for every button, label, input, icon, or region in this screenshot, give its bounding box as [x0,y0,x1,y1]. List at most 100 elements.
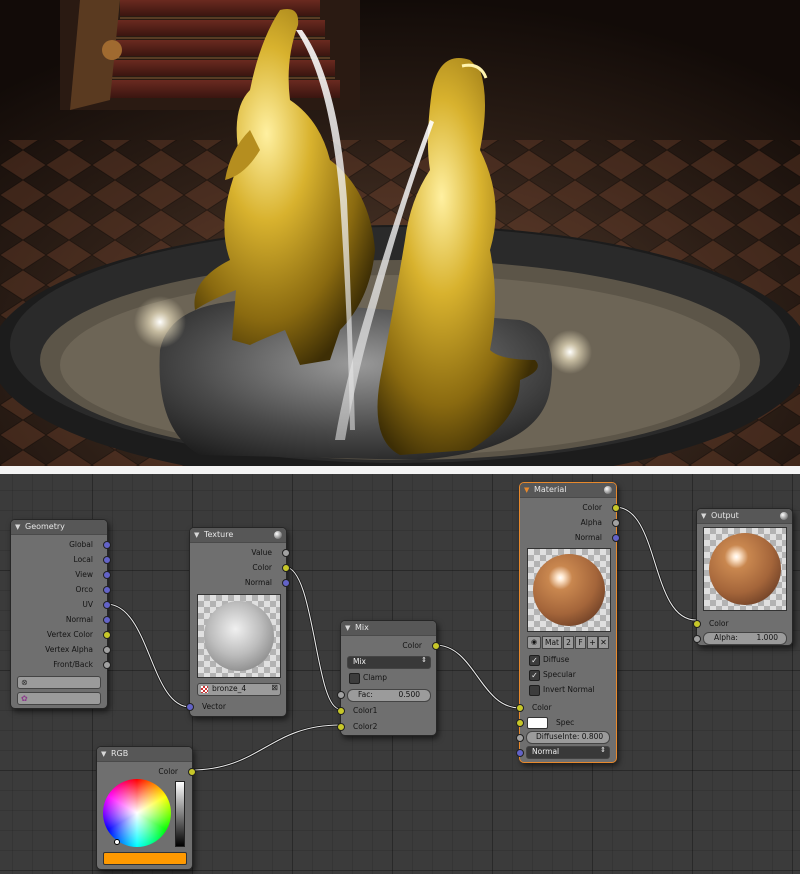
alpha-label: Alpha: [714,633,738,642]
rgb-node-title: RGB [111,749,129,758]
geometry-socket-front-back[interactable] [103,661,111,669]
texture-socket-vector[interactable] [186,703,194,711]
material-socket-in-spec[interactable] [516,719,524,727]
output-socket-color[interactable] [693,620,701,628]
geometry-socket-local[interactable] [103,556,111,564]
invert-normal-checkbox[interactable] [529,685,540,696]
spec-color-swatch[interactable] [527,717,548,729]
texture-output-normal: Normal [244,578,272,587]
material-socket-out-normal[interactable] [612,534,620,542]
geometry-socket-orco[interactable] [103,586,111,594]
geometry-socket-uv[interactable] [103,601,111,609]
geometry-node[interactable]: ▼ Geometry Global Local View Orco UV Nor… [10,519,111,709]
fac-value: 0.500 [398,690,420,699]
dropdown-arrows-icon: ⇕ [600,746,606,754]
collapse-triangle-icon[interactable]: ▼ [15,520,20,534]
uv-layer-icon: ⊗ [21,678,28,687]
mix-output-color: Color [402,641,422,650]
value-slider[interactable] [175,781,185,847]
mix-socket-fac[interactable] [337,691,345,699]
geometry-output-view: View [75,570,93,579]
specular-checkbox[interactable]: ✓ [529,670,540,681]
material-socket-in-diffuse-intensity[interactable] [516,734,524,742]
alpha-slider[interactable]: Alpha: 1.000 [703,632,787,645]
rgb-output-color: Color [158,767,178,776]
geometry-socket-vertex-alpha[interactable] [103,646,111,654]
texture-name: bronze_4 [212,684,247,693]
material-sphere-icon: ◉ [527,636,541,649]
diffuse-checkbox[interactable]: ✓ [529,655,540,666]
node-editor[interactable]: ▼ Geometry Global Local View Orco UV Nor… [0,474,800,874]
render-scene [0,0,800,466]
mix-socket-output-color[interactable] [432,642,440,650]
material-node[interactable]: ▼ Material Color Alpha Normal ◉ Mat 2 F … [516,482,620,763]
geometry-socket-view[interactable] [103,571,111,579]
material-selector[interactable]: ◉ Mat 2 F + ✕ [527,636,609,649]
color-wheel-cursor[interactable] [114,839,120,845]
output-node-header[interactable]: ▼ Output [697,509,792,524]
material-output-normal: Normal [574,533,602,542]
diffuse-intensity-slider[interactable]: DiffuseInte: 0.800 [526,731,610,744]
add-material-icon[interactable]: + [587,636,598,649]
fake-user-toggle[interactable]: F [575,636,586,649]
preview-toggle-icon[interactable] [274,531,282,539]
color-swatch[interactable] [103,852,187,865]
texture-input-vector: Vector [202,702,226,711]
material-node-header[interactable]: ▼ Material [520,483,616,498]
mix-node-header[interactable]: ▼ Mix [341,621,436,636]
mix-socket-color1[interactable] [337,707,345,715]
normal-input-select[interactable]: Normal ⇕ [526,746,610,759]
color-wheel[interactable] [103,779,171,847]
geometry-node-header[interactable]: ▼ Geometry [11,520,107,535]
texture-socket-normal[interactable] [282,579,290,587]
texture-preview [197,594,281,678]
specular-label: Specular [543,670,576,679]
preview-toggle-icon[interactable] [780,512,788,520]
texture-output-value: Value [251,548,272,557]
texture-socket-color[interactable] [282,564,290,572]
mix-socket-color2[interactable] [337,723,345,731]
unlink-material-icon[interactable]: ✕ [598,636,609,649]
texture-node-header[interactable]: ▼ Texture [190,528,286,543]
rgb-socket-color[interactable] [188,768,196,776]
output-socket-alpha[interactable] [693,635,701,643]
output-input-color: Color [709,619,729,628]
collapse-triangle-icon[interactable]: ▼ [701,509,706,523]
collapse-triangle-icon[interactable]: ▼ [194,528,199,542]
blend-mode-select[interactable]: Mix ⇕ [347,656,431,669]
divider [0,466,800,474]
geometry-output-local: Local [73,555,93,564]
material-socket-in-color[interactable] [516,704,524,712]
geometry-socket-vertex-color[interactable] [103,631,111,639]
texture-checker-icon [201,686,208,693]
geometry-socket-normal[interactable] [103,616,111,624]
rgb-node-header[interactable]: ▼ RGB [97,747,192,762]
output-node[interactable]: ▼ Output Color Alpha: 1.000 [693,508,793,646]
spec-label: Spec [556,718,575,727]
vertex-color-layer-icon: ✿ [21,694,28,703]
geometry-node-title: Geometry [25,522,65,531]
material-socket-out-alpha[interactable] [612,519,620,527]
clamp-checkbox[interactable] [349,673,360,684]
texture-node[interactable]: ▼ Texture Value Color Normal bronze_4 ⊠ … [186,527,290,717]
rgb-node[interactable]: ▼ RGB Color [96,746,196,870]
mix-node[interactable]: ▼ Mix Color Mix ⇕ Clamp Fac: 0.500 Color… [337,620,440,736]
fac-label: Fac: [358,690,373,699]
geometry-output-normal: Normal [65,615,93,624]
fac-slider[interactable]: Fac: 0.500 [347,689,431,702]
output-node-title: Output [711,511,739,520]
texture-socket-value[interactable] [282,549,290,557]
collapse-triangle-icon[interactable]: ▼ [345,621,350,635]
unlink-texture-icon[interactable]: ⊠ [271,683,278,692]
texture-selector[interactable]: bronze_4 ⊠ [197,683,281,696]
uv-layer-field[interactable]: ⊗ [17,676,101,689]
geometry-socket-global[interactable] [103,541,111,549]
material-node-title: Material [534,485,567,494]
material-socket-out-color[interactable] [612,504,620,512]
preview-toggle-icon[interactable] [604,486,612,494]
material-socket-in-normal[interactable] [516,749,524,757]
collapse-triangle-icon[interactable]: ▼ [524,483,529,497]
material-preview-sphere [533,554,605,626]
collapse-triangle-icon[interactable]: ▼ [101,747,106,761]
vertex-color-layer-field[interactable]: ✿ [17,692,101,705]
